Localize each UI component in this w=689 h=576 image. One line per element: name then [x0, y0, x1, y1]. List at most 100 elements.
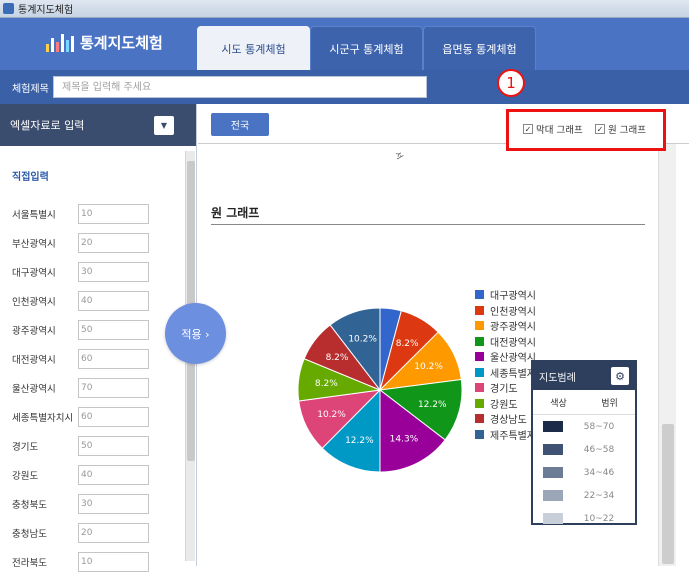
map-legend: 지도범례 ⚙ 색상 범위 58~70 46~58 34~46 22~34 10~22 — [531, 360, 637, 525]
legend-col-range: 범위 — [601, 398, 618, 409]
legend-item[interactable]: 제주특별자 — [475, 427, 536, 443]
checkbox-icon[interactable]: ✓ — [595, 124, 605, 134]
legend-swatch — [475, 321, 484, 331]
legend-item[interactable]: 세종특별자 — [475, 365, 536, 381]
region-value-input[interactable]: 40 — [78, 290, 149, 311]
region-value-input[interactable]: 60 — [78, 348, 149, 369]
legend-item[interactable]: 인천광역시 — [475, 303, 536, 319]
region-value-input[interactable]: 60 — [78, 406, 149, 427]
region-row: 울산광역시 70 — [12, 373, 182, 402]
legend-swatch — [475, 383, 484, 393]
logo[interactable]: 통계지도체험 — [46, 32, 163, 53]
legend-swatch — [475, 352, 484, 362]
nationwide-button[interactable]: 전국 — [211, 113, 269, 136]
legend-label: 대전광역시 — [490, 337, 536, 349]
region-value-input[interactable]: 50 — [78, 435, 149, 456]
map-legend-header: 지도범례 ⚙ — [533, 362, 635, 390]
legend-swatch — [475, 398, 484, 408]
title-label: 체험제목 — [12, 83, 49, 95]
legend-item[interactable]: 경상남도 — [475, 411, 536, 427]
legend-item[interactable]: 대구광역시 — [475, 287, 536, 303]
map-legend-title: 지도범례 — [539, 372, 576, 384]
region-input-list: 서울특별시 10 부산광역시 20 대구광역시 30 인천광역시 40 광주광역시 50 … — [12, 199, 182, 576]
region-value-input[interactable]: 70 — [78, 377, 149, 398]
legend-item[interactable]: 대전광역시 — [475, 334, 536, 350]
legend-col-color: 색상 — [550, 398, 567, 409]
map-legend-swatch — [543, 490, 563, 501]
checkbox-icon[interactable]: ✓ — [523, 124, 533, 134]
region-label: 전라북도 — [12, 557, 47, 569]
title-bar: 체험제목 — [0, 70, 689, 104]
region-row: 세종특별자치시 60 — [12, 402, 182, 431]
bar-axis-tick: 서 — [392, 150, 405, 161]
tab-sido-label: 시도 통계체험 — [221, 42, 286, 56]
window-title: 통계지도체험 — [18, 5, 74, 16]
region-value-input[interactable]: 10 — [78, 551, 149, 572]
top-navigation: 통계지도체험 시도 통계체험 시군구 통계체험 읍면동 통계체험 — [0, 18, 689, 70]
legend-label: 강원도 — [490, 399, 518, 411]
region-row: 인천광역시 40 — [12, 286, 182, 315]
region-label: 충청북도 — [12, 499, 47, 511]
tab-sigungu[interactable]: 시군구 통계체험 — [310, 26, 423, 70]
map-legend-rows: 58~70 46~58 34~46 22~34 10~22 — [533, 415, 635, 530]
main-scrollbar[interactable] — [658, 144, 676, 566]
region-row: 충청남도 20 — [12, 518, 182, 547]
legend-swatch — [475, 414, 484, 424]
tab-eupmyeondong[interactable]: 읍면동 통계체험 — [423, 26, 536, 70]
region-label: 대전광역시 — [12, 354, 56, 366]
region-value-input[interactable]: 20 — [78, 522, 149, 543]
region-value-input[interactable]: 30 — [78, 261, 149, 282]
region-row: 광주광역시 50 — [12, 315, 182, 344]
pie-slice-label: 12.2% — [345, 436, 374, 446]
section-divider — [211, 224, 645, 225]
pie-chart-checkbox[interactable]: ✓ 원 그래프 — [595, 122, 646, 136]
map-legend-swatch — [543, 513, 563, 524]
region-value-input[interactable]: 50 — [78, 319, 149, 340]
tab-sigungu-label: 시군구 통계체험 — [329, 42, 404, 56]
pie-slice-label: 8.2% — [396, 339, 419, 349]
excel-input-header[interactable]: 엑셀자료로 입력 ▼ — [0, 104, 196, 146]
region-label: 강원도 — [12, 470, 39, 482]
region-label: 서울특별시 — [12, 209, 56, 221]
tab-eupmyeondong-label: 읍면동 통계체험 — [442, 42, 517, 56]
pie-section-title: 원 그래프 — [211, 206, 260, 220]
apply-button[interactable]: 적용 › — [165, 303, 226, 364]
region-value-input[interactable]: 30 — [78, 493, 149, 514]
region-row: 대전광역시 60 — [12, 344, 182, 373]
chevron-down-icon[interactable]: ▼ — [154, 116, 174, 135]
legend-label: 제주특별자 — [490, 430, 536, 442]
pie-slice-label: 8.2% — [326, 353, 349, 363]
legend-item[interactable]: 경기도 — [475, 380, 536, 396]
region-row: 전라북도 10 — [12, 547, 182, 576]
gear-icon[interactable]: ⚙ — [611, 367, 629, 385]
legend-swatch — [475, 367, 484, 377]
excel-input-label: 엑셀자료로 입력 — [10, 119, 85, 132]
legend-item[interactable]: 강원도 — [475, 396, 536, 412]
scrollbar-thumb[interactable] — [662, 424, 674, 564]
region-value-input[interactable]: 20 — [78, 232, 149, 253]
pie-slice-label: 14.3% — [390, 435, 419, 445]
legend-item[interactable]: 울산광역시 — [475, 349, 536, 365]
bar-chart-checkbox[interactable]: ✓ 막대 그래프 — [523, 122, 583, 136]
map-legend-range: 34~46 — [583, 467, 615, 478]
region-row: 서울특별시 10 — [12, 199, 182, 228]
logo-text: 통계지도체험 — [80, 34, 163, 52]
map-legend-swatch — [543, 467, 563, 478]
region-value-input[interactable]: 10 — [78, 203, 149, 224]
region-row: 경기도 50 — [12, 431, 182, 460]
map-legend-swatch — [543, 421, 563, 432]
legend-swatch — [475, 336, 484, 346]
legend-item[interactable]: 광주광역시 — [475, 318, 536, 334]
map-legend-columns: 색상 범위 — [533, 390, 635, 415]
legend-swatch — [475, 305, 484, 315]
region-row: 충청북도 30 — [12, 489, 182, 518]
region-label: 울산광역시 — [12, 383, 56, 395]
legend-label: 울산광역시 — [490, 353, 536, 365]
app-icon — [3, 3, 14, 14]
region-row: 부산광역시 20 — [12, 228, 182, 257]
pie-chart: 8.2% 10.2% 12.2% 14.3% 12.2% 10.2% 8.2% 8.2% 10.… — [297, 307, 463, 473]
title-input[interactable] — [53, 76, 427, 98]
tab-sido[interactable]: 시도 통계체험 — [197, 26, 310, 70]
region-value-input[interactable]: 40 — [78, 464, 149, 485]
legend-label: 경기도 — [490, 384, 518, 396]
